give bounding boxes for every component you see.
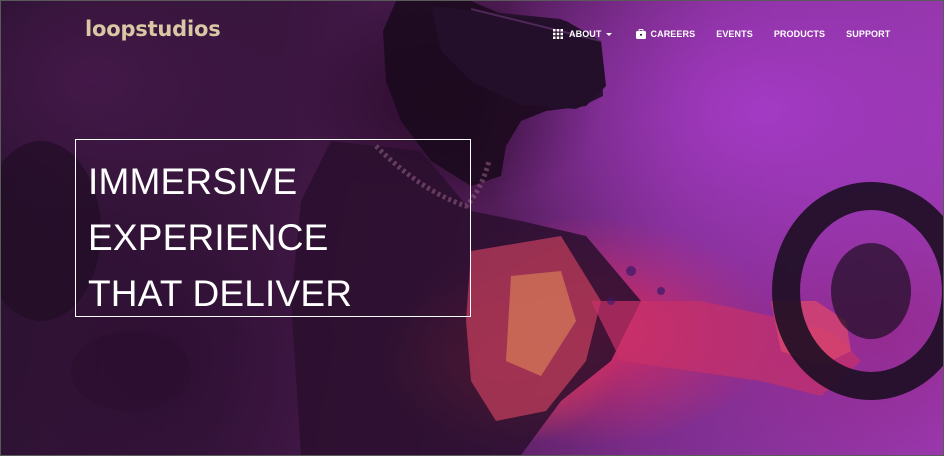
nav-item-careers[interactable]: CAREERS bbox=[635, 28, 696, 40]
nav-item-events-label: EVENTS bbox=[716, 29, 753, 39]
headline-line-2: EXPERIENCE bbox=[88, 217, 329, 258]
grid-icon bbox=[553, 29, 563, 39]
nav-item-support[interactable]: SUPPORT bbox=[846, 28, 890, 40]
brand-logo[interactable]: loopstudios bbox=[85, 19, 221, 40]
hero-headline-box: IMMERSIVE EXPERIENCE THAT DELIVER bbox=[75, 139, 471, 317]
briefcase-icon bbox=[635, 29, 646, 39]
nav-item-about-label: ABOUT bbox=[569, 29, 602, 39]
headline-line-3: THAT DELIVER bbox=[88, 273, 353, 314]
nav-item-events[interactable]: EVENTS bbox=[716, 28, 753, 40]
nav-item-products-label: PRODUCTS bbox=[773, 29, 826, 39]
hero-section: loopstudios ABOUT CAREERS EVENTS PRODUCT… bbox=[0, 0, 944, 456]
main-nav: ABOUT CAREERS EVENTS PRODUCTS SUPPORT bbox=[553, 28, 890, 40]
chevron-down-icon bbox=[605, 32, 612, 36]
hero-headline: IMMERSIVE EXPERIENCE THAT DELIVER bbox=[88, 154, 352, 322]
nav-item-products[interactable]: PRODUCTS bbox=[774, 28, 825, 40]
nav-item-about[interactable]: ABOUT bbox=[553, 28, 612, 40]
nav-item-careers-label: CAREERS bbox=[650, 29, 696, 39]
nav-item-support-label: SUPPORT bbox=[846, 29, 891, 39]
headline-line-1: IMMERSIVE bbox=[88, 161, 298, 202]
